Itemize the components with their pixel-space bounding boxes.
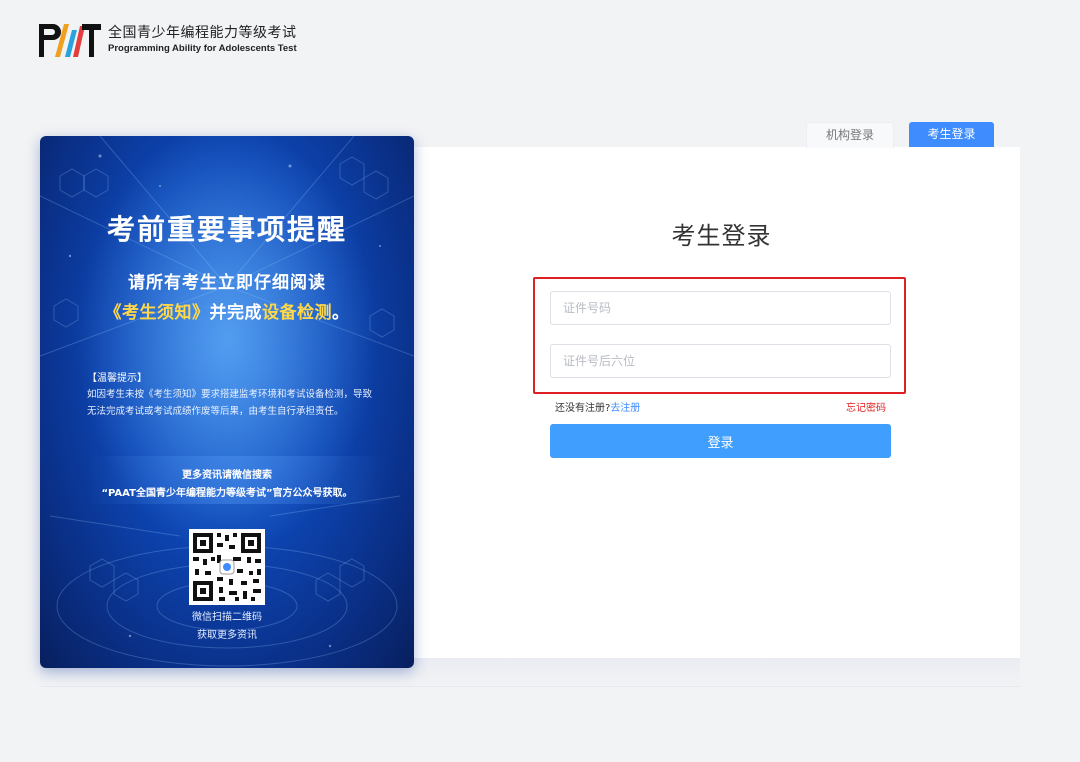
info-line-1: 更多资讯请微信搜索 — [182, 470, 272, 481]
poster-subtitle: 请所有考生立即仔细阅读 — [128, 273, 326, 293]
wechat-qr-code — [189, 529, 265, 605]
register-prompt: 还没有注册?去注册 — [555, 399, 640, 414]
paat-logo-icon — [39, 24, 101, 57]
poster-device-check-text: 设备检测 — [262, 303, 332, 323]
poster-notice-link-text: 《考生须知》 — [104, 303, 210, 323]
tip-body: 如因考生未按《考生须知》要求搭建监考环境和考试设备检测，导致无法完成考试或考试成… — [87, 389, 373, 417]
tip-title: 【温馨提示】 — [87, 373, 147, 384]
poster-subtitle-2: 《考生须知》并完成设备检测。 — [40, 298, 414, 323]
qr-caption-1: 微信扫描二维码 — [192, 612, 262, 623]
tab-org-login[interactable]: 机构登录 — [806, 122, 894, 148]
forgot-password-link[interactable]: 忘记密码 — [846, 399, 886, 414]
register-link[interactable]: 去注册 — [610, 403, 640, 414]
qr-caption-2: 获取更多资讯 — [197, 630, 257, 641]
password-input[interactable] — [550, 344, 891, 378]
info-line-2: “PAAT全国青少年编程能力等级考试”官方公众号获取。 — [101, 488, 353, 499]
logo-title-en: Programming Ability for Adolescents Test — [108, 43, 297, 54]
site-logo: 全国青少年编程能力等级考试 Programming Ability for Ad… — [38, 20, 297, 60]
poster-text-end: 。 — [332, 303, 350, 323]
login-button[interactable]: 登录 — [550, 424, 891, 458]
poster-title: 考前重要事项提醒 — [106, 213, 347, 246]
logo-title-cn: 全国青少年编程能力等级考试 — [108, 25, 297, 41]
login-title: 考生登录 — [671, 222, 772, 250]
poster-text: 并完成 — [209, 303, 262, 323]
tab-student-login[interactable]: 考生登录 — [909, 122, 994, 147]
no-account-text: 还没有注册? — [555, 403, 611, 414]
notice-poster: 考前重要事项提醒 请所有考生立即仔细阅读 《考生须知》并完成设备检测。 【温馨提… — [40, 136, 414, 668]
id-number-input[interactable] — [550, 291, 891, 325]
